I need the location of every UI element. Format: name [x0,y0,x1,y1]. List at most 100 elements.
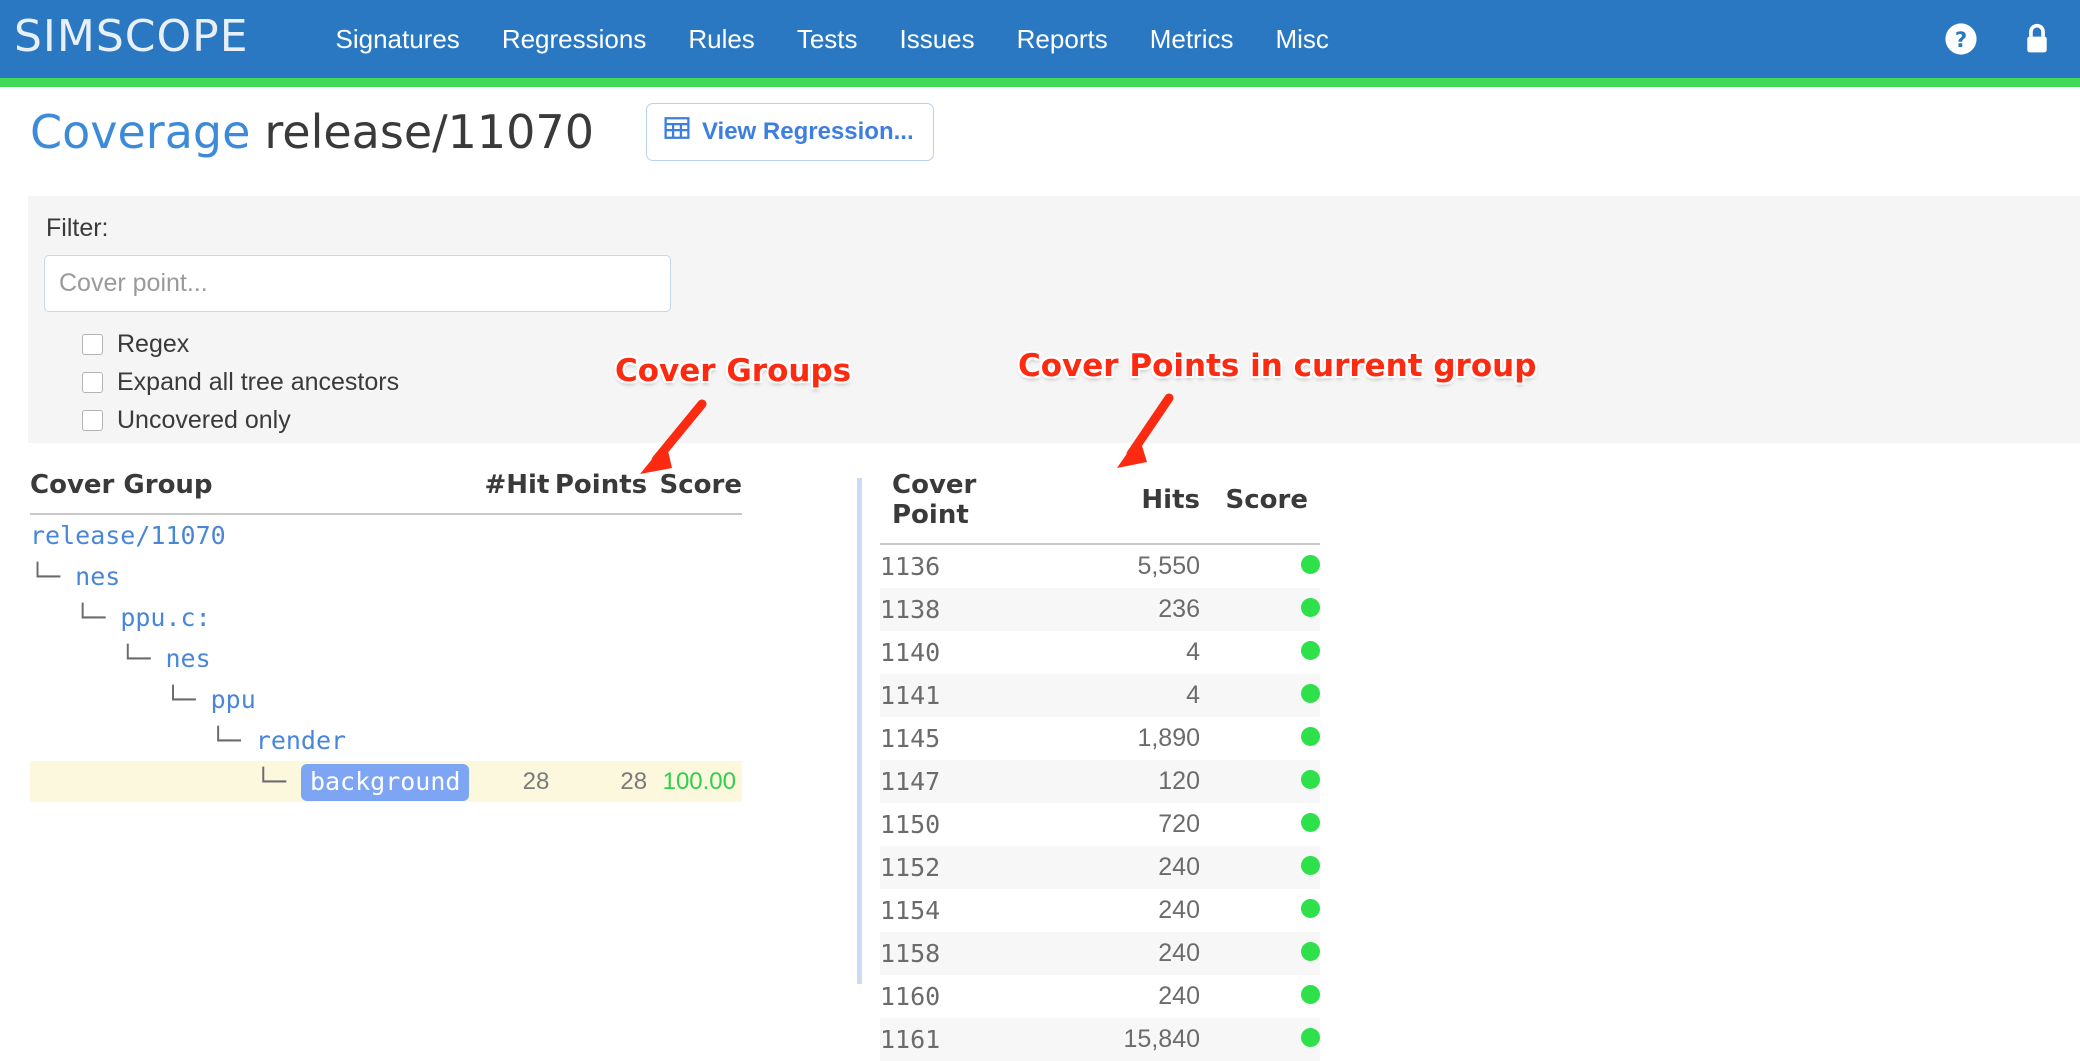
status-pass-dot-icon [1301,984,1320,1004]
table-row[interactable]: 1150 720 [880,803,1320,846]
cover-point-id-cell[interactable]: 1150 [880,803,1050,846]
cover-point-id-cell[interactable]: 1154 [880,889,1050,932]
table-row[interactable]: release/11070 [30,514,742,556]
cover-group-points-cell: 28 [549,761,648,802]
col-header-points[interactable]: Points [549,470,648,515]
cover-point-filter-input[interactable] [44,255,671,312]
cover-point-score-cell [1200,760,1320,803]
lock-icon[interactable] [2022,22,2052,56]
table-row[interactable]: 1158 240 [880,932,1320,975]
checkbox-icon[interactable] [82,371,103,393]
table-row[interactable]: 1145 1,890 [880,717,1320,760]
cover-point-id-cell[interactable]: 1152 [880,846,1050,889]
status-pass-dot-icon [1301,769,1320,789]
view-regression-button-label: View Regression... [701,117,914,145]
table-row[interactable]: └─ nes [30,556,742,597]
checkbox-icon[interactable] [82,333,103,355]
annotation-cover-groups: Cover Groups [615,353,852,389]
cover-group-name-cell[interactable]: └─ nes [30,556,469,597]
cover-group-link[interactable]: nes [75,562,120,591]
table-row[interactable]: 1140 4 [880,631,1320,674]
table-row[interactable]: └─ render [30,720,742,761]
cover-point-id-cell[interactable]: 1140 [880,631,1050,674]
cover-group-name-cell[interactable]: └─ ppu.c: [30,597,469,638]
table-grid-icon [664,115,690,148]
cover-group-name-cell[interactable]: └─ render [30,720,469,761]
cover-point-id-cell[interactable]: 1161 [880,1018,1050,1061]
cover-point-hits-cell: 240 [1050,932,1200,975]
nav-link-reports[interactable]: Reports [996,24,1129,55]
cover-group-hit-cell [469,514,549,556]
table-row[interactable]: └─ nes [30,638,742,679]
cover-group-points-cell [549,720,647,761]
nav-link-regressions[interactable]: Regressions [481,24,668,55]
col-header-score[interactable]: Score [1200,470,1320,545]
table-row[interactable]: 1138 236 [880,588,1320,631]
cover-group-link[interactable]: ppu.c: [120,603,210,632]
table-row[interactable]: 1160 240 [880,975,1320,1018]
filter-checkbox-regex-label: Regex [117,329,190,358]
nav-link-rules[interactable]: Rules [667,24,775,55]
cover-group-score-cell [647,556,742,597]
cover-group-link[interactable]: release/11070 [30,521,226,550]
col-header-hit[interactable]: #Hit [469,470,550,515]
status-pass-dot-icon [1301,554,1320,574]
cover-group-link[interactable]: render [256,726,346,755]
cover-point-id-cell[interactable]: 1160 [880,975,1050,1018]
cover-point-score-cell [1200,889,1320,932]
col-header-cover-point[interactable]: Cover Point [880,470,1050,545]
annotation-cover-points: Cover Points in current group [1018,348,1537,384]
cover-group-score-cell [647,720,742,761]
checkbox-icon[interactable] [82,409,103,431]
tree-branch-icon: └─ [30,603,121,632]
cover-point-id-cell[interactable]: 1138 [880,588,1050,631]
status-pass-dot-icon [1301,726,1320,746]
cover-group-name-cell[interactable]: └─ nes [30,638,469,679]
table-row[interactable]: 1152 240 [880,846,1320,889]
cover-point-id-cell[interactable]: 1141 [880,674,1050,717]
nav-link-signatures[interactable]: Signatures [315,24,481,55]
col-header-hits[interactable]: Hits [1050,470,1200,545]
table-row[interactable]: 1147 120 [880,760,1320,803]
app-logo[interactable]: SIMSCOPE [14,15,249,63]
cover-group-points-cell [549,514,647,556]
status-pass-dot-icon [1301,1027,1320,1047]
view-regression-button[interactable]: View Regression... [645,103,934,161]
cover-group-name-cell[interactable]: release/11070 [30,514,469,556]
nav-link-metrics[interactable]: Metrics [1129,24,1255,55]
nav-link-issues[interactable]: Issues [879,24,996,55]
cover-point-id-cell[interactable]: 1158 [880,932,1050,975]
table-row[interactable]: └─ ppu.c: [30,597,742,638]
cover-point-id-cell[interactable]: 1147 [880,760,1050,803]
nav-link-tests[interactable]: Tests [776,24,879,55]
top-navigation-bar: SIMSCOPE Signatures Regressions Rules Te… [0,0,2080,78]
cover-point-hits-cell: 5,550 [1137,552,1200,580]
table-row[interactable]: 1136 5,550 [880,544,1320,588]
table-row[interactable]: 1154 240 [880,889,1320,932]
col-header-score[interactable]: Score [647,470,742,515]
table-row[interactable]: 1141 4 [880,674,1320,717]
cover-group-link[interactable]: nes [165,644,210,673]
cover-point-hits-cell: 236 [1050,588,1200,631]
selected-cover-group-label[interactable]: background [300,764,470,801]
nav-links: Signatures Regressions Rules Tests Issue… [315,24,1350,55]
table-row[interactable]: └─ background 28 28 100.00 [30,761,742,802]
nav-link-misc[interactable]: Misc [1254,24,1349,55]
cover-point-score-cell [1200,588,1320,631]
cover-point-id-cell[interactable]: 1136 [880,544,1050,588]
cover-group-name-cell[interactable]: └─ background [30,761,470,802]
svg-text:?: ? [1955,28,1967,53]
col-header-cover-group[interactable]: Cover Group [30,470,470,515]
help-circle-icon[interactable]: ? [1944,22,1978,56]
cover-group-link[interactable]: ppu [211,685,256,714]
cover-point-score-cell [1200,846,1320,889]
cover-point-id-cell[interactable]: 1145 [880,717,1050,760]
cover-group-score-cell [647,679,742,720]
cover-group-score-cell [647,597,742,638]
filter-checkbox-uncovered-only[interactable]: Uncovered only [44,401,2080,439]
cover-point-hits-cell: 240 [1050,846,1200,889]
accent-stripe [0,78,2080,87]
cover-group-name-cell[interactable]: └─ ppu [30,679,469,720]
table-row[interactable]: └─ ppu [30,679,742,720]
table-row[interactable]: 1161 15,840 [880,1018,1320,1061]
